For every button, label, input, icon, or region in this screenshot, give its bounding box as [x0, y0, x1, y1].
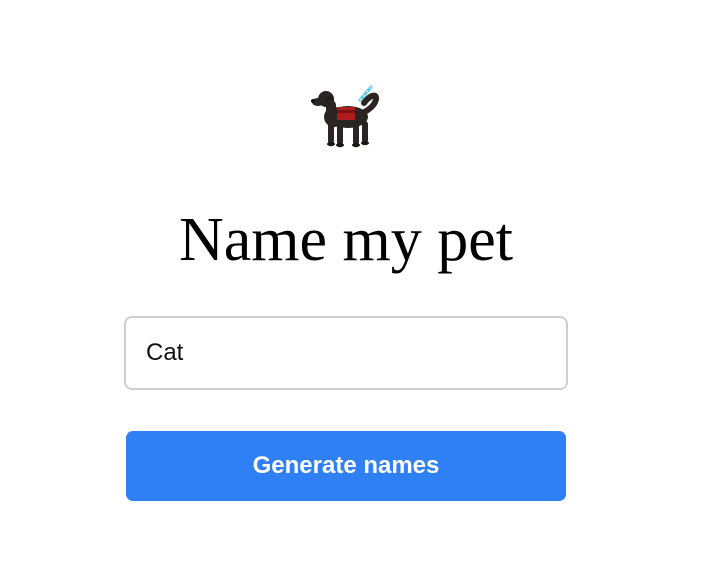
page-title: Name my pet	[178, 206, 513, 274]
page: Name my pet Generate names	[0, 0, 702, 568]
service-dog-icon	[306, 80, 386, 152]
animal-input[interactable]	[124, 316, 568, 390]
generate-names-button[interactable]: Generate names	[126, 431, 566, 501]
